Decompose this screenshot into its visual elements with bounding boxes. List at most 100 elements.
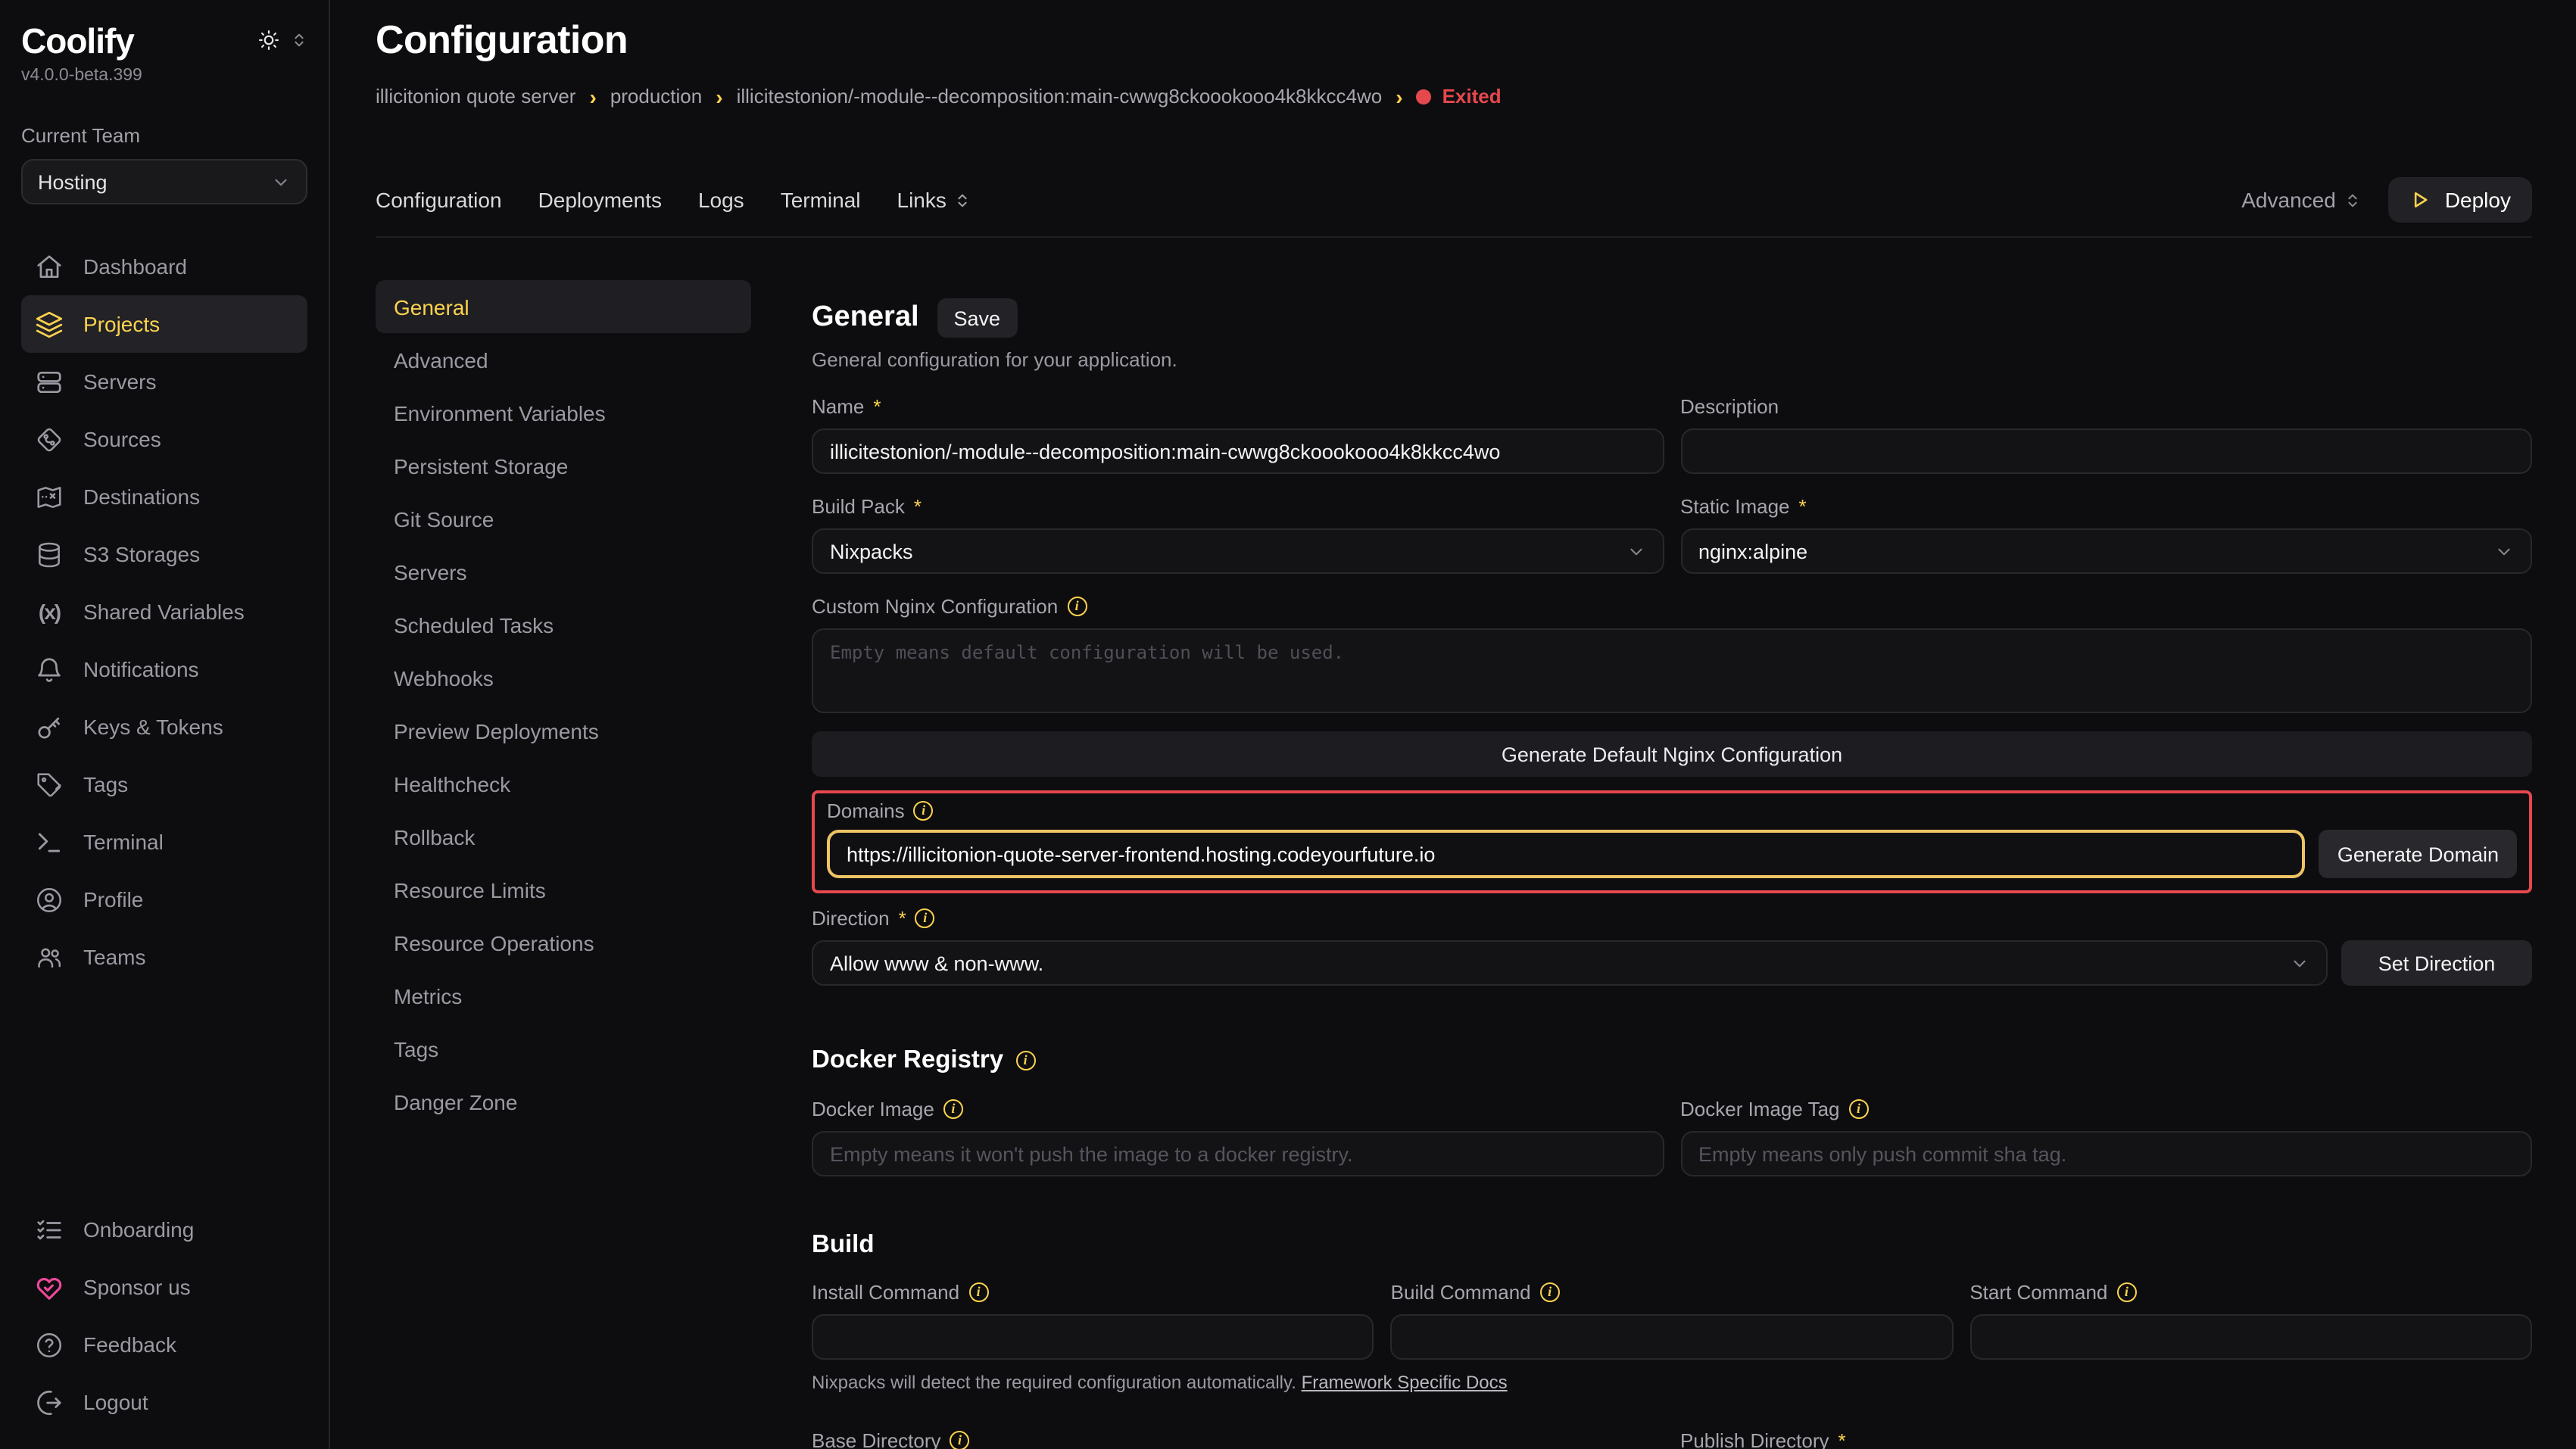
required-asterisk: * bbox=[899, 907, 906, 930]
info-icon[interactable]: i bbox=[1849, 1099, 1869, 1119]
required-asterisk: * bbox=[1799, 495, 1807, 518]
user-circle-icon bbox=[35, 885, 64, 914]
breadcrumb: illicitonion quote server › production ›… bbox=[376, 85, 2532, 108]
subnav-item-environment-variables[interactable]: Environment Variables bbox=[376, 386, 751, 439]
subnav-item-resource-operations[interactable]: Resource Operations bbox=[376, 916, 751, 969]
generate-nginx-button[interactable]: Generate Default Nginx Configuration bbox=[812, 731, 2532, 777]
sidebar-item-label: Dashboard bbox=[83, 254, 187, 279]
nixpacks-note: Nixpacks will detect the required config… bbox=[812, 1372, 2532, 1393]
sidebar-item-servers[interactable]: Servers bbox=[21, 353, 307, 410]
start-command-label: Start Commandi bbox=[1969, 1281, 2532, 1304]
base-directory-label: Base Directoryi bbox=[812, 1429, 1664, 1449]
info-icon[interactable]: i bbox=[968, 1282, 988, 1302]
key-icon bbox=[35, 712, 64, 741]
sidebar-item-sponsor-us[interactable]: Sponsor us bbox=[21, 1258, 307, 1316]
name-input[interactable] bbox=[812, 428, 1664, 474]
required-asterisk: * bbox=[914, 495, 922, 518]
static-image-select[interactable]: nginx:alpine bbox=[1680, 528, 2532, 574]
info-icon[interactable]: i bbox=[1067, 597, 1087, 616]
docker-image-input[interactable] bbox=[812, 1131, 1664, 1176]
subnav-item-persistent-storage[interactable]: Persistent Storage bbox=[376, 439, 751, 492]
subnav-item-metrics[interactable]: Metrics bbox=[376, 969, 751, 1022]
config-subnav: General Advanced Environment Variables P… bbox=[376, 280, 751, 1449]
sidebar-item-s3-storages[interactable]: S3 Storages bbox=[21, 525, 307, 583]
advanced-label: Advanced bbox=[2241, 188, 2336, 212]
sidebar-item-onboarding[interactable]: Onboarding bbox=[21, 1201, 307, 1258]
save-button[interactable]: Save bbox=[937, 298, 1018, 338]
sidebar-item-teams[interactable]: Teams bbox=[21, 928, 307, 986]
team-select[interactable]: Hosting bbox=[21, 159, 307, 204]
sidebar-item-sources[interactable]: Sources bbox=[21, 410, 307, 468]
start-command-input[interactable] bbox=[1969, 1314, 2532, 1360]
framework-docs-link[interactable]: Framework Specific Docs bbox=[1302, 1372, 1508, 1393]
sidebar-item-projects[interactable]: Projects bbox=[21, 295, 307, 353]
sidebar-item-label: Sources bbox=[83, 427, 161, 451]
subnav-item-webhooks[interactable]: Webhooks bbox=[376, 651, 751, 704]
theme-chevrons-up-down-icon[interactable] bbox=[291, 32, 307, 48]
chevrons-up-down-icon bbox=[2345, 192, 2362, 208]
info-icon[interactable]: i bbox=[2116, 1282, 2136, 1302]
tab-logs[interactable]: Logs bbox=[698, 188, 744, 212]
build-command-input[interactable] bbox=[1391, 1314, 1954, 1360]
set-direction-button[interactable]: Set Direction bbox=[2341, 940, 2532, 986]
sidebar-item-destinations[interactable]: Destinations bbox=[21, 468, 307, 525]
custom-nginx-textarea[interactable] bbox=[812, 628, 2532, 713]
tab-links[interactable]: Links bbox=[897, 188, 971, 212]
subnav-item-healthcheck[interactable]: Healthcheck bbox=[376, 757, 751, 810]
terminal-icon bbox=[35, 827, 64, 856]
heart-icon bbox=[35, 1273, 64, 1301]
advanced-dropdown[interactable]: Advanced bbox=[2241, 188, 2362, 212]
breadcrumb-project[interactable]: illicitonion quote server bbox=[376, 85, 575, 108]
subnav-item-servers[interactable]: Servers bbox=[376, 545, 751, 598]
subnav-item-preview-deployments[interactable]: Preview Deployments bbox=[376, 704, 751, 757]
info-icon[interactable]: i bbox=[950, 1431, 970, 1449]
required-asterisk: * bbox=[1838, 1429, 1846, 1449]
sidebar-item-notifications[interactable]: Notifications bbox=[21, 640, 307, 698]
info-icon[interactable]: i bbox=[943, 1099, 963, 1119]
info-icon[interactable]: i bbox=[914, 801, 934, 821]
tab-deployments[interactable]: Deployments bbox=[538, 188, 662, 212]
docker-image-tag-input[interactable] bbox=[1680, 1131, 2532, 1176]
subnav-item-resource-limits[interactable]: Resource Limits bbox=[376, 863, 751, 916]
breadcrumb-application[interactable]: illicitestonion/-module--decomposition:m… bbox=[737, 85, 1383, 108]
status-text: Exited bbox=[1442, 85, 1502, 108]
sidebar-item-feedback[interactable]: Feedback bbox=[21, 1316, 307, 1373]
info-icon[interactable]: i bbox=[1015, 1051, 1035, 1070]
tab-terminal[interactable]: Terminal bbox=[781, 188, 861, 212]
theme-sun-icon[interactable] bbox=[257, 29, 280, 51]
domains-highlight-box: Domainsi Generate Domain bbox=[812, 790, 2532, 893]
docker-registry-title: Docker Registryi bbox=[812, 1046, 2532, 1075]
sidebar-item-logout[interactable]: Logout bbox=[21, 1373, 307, 1431]
subnav-item-danger-zone[interactable]: Danger Zone bbox=[376, 1075, 751, 1128]
breadcrumb-environment[interactable]: production bbox=[610, 85, 702, 108]
sidebar-item-label: Feedback bbox=[83, 1332, 176, 1357]
sidebar-item-label: Profile bbox=[83, 887, 143, 911]
sidebar-item-keys-tokens[interactable]: Keys & Tokens bbox=[21, 698, 307, 756]
info-icon[interactable]: i bbox=[915, 908, 935, 928]
subnav-item-rollback[interactable]: Rollback bbox=[376, 810, 751, 863]
sidebar-item-profile[interactable]: Profile bbox=[21, 871, 307, 928]
sidebar-item-tags[interactable]: Tags bbox=[21, 756, 307, 813]
subnav-item-tags[interactable]: Tags bbox=[376, 1022, 751, 1075]
generate-domain-button[interactable]: Generate Domain bbox=[2319, 830, 2517, 878]
description-label: Description bbox=[1680, 395, 2532, 418]
subnav-item-advanced[interactable]: Advanced bbox=[376, 333, 751, 386]
chevron-down-icon bbox=[1626, 541, 1645, 561]
sidebar-item-terminal[interactable]: Terminal bbox=[21, 813, 307, 871]
sidebar-item-dashboard[interactable]: Dashboard bbox=[21, 238, 307, 295]
subnav-item-scheduled-tasks[interactable]: Scheduled Tasks bbox=[376, 598, 751, 651]
domains-input[interactable] bbox=[827, 830, 2306, 878]
subnav-item-general[interactable]: General bbox=[376, 280, 751, 333]
tab-configuration[interactable]: Configuration bbox=[376, 188, 502, 212]
subnav-item-git-source[interactable]: Git Source bbox=[376, 492, 751, 545]
info-icon[interactable]: i bbox=[1540, 1282, 1560, 1302]
install-command-input[interactable] bbox=[812, 1314, 1374, 1360]
breadcrumb-separator-icon: › bbox=[589, 86, 596, 107]
deploy-button[interactable]: Deploy bbox=[2389, 177, 2532, 223]
sidebar-item-shared-variables[interactable]: (x) Shared Variables bbox=[21, 583, 307, 640]
direction-select[interactable]: Allow www & non-www. bbox=[812, 940, 2328, 986]
description-input[interactable] bbox=[1680, 428, 2532, 474]
static-image-label: Static Image* bbox=[1680, 495, 2532, 518]
play-icon bbox=[2410, 189, 2431, 210]
build-pack-select[interactable]: Nixpacks bbox=[812, 528, 1664, 574]
